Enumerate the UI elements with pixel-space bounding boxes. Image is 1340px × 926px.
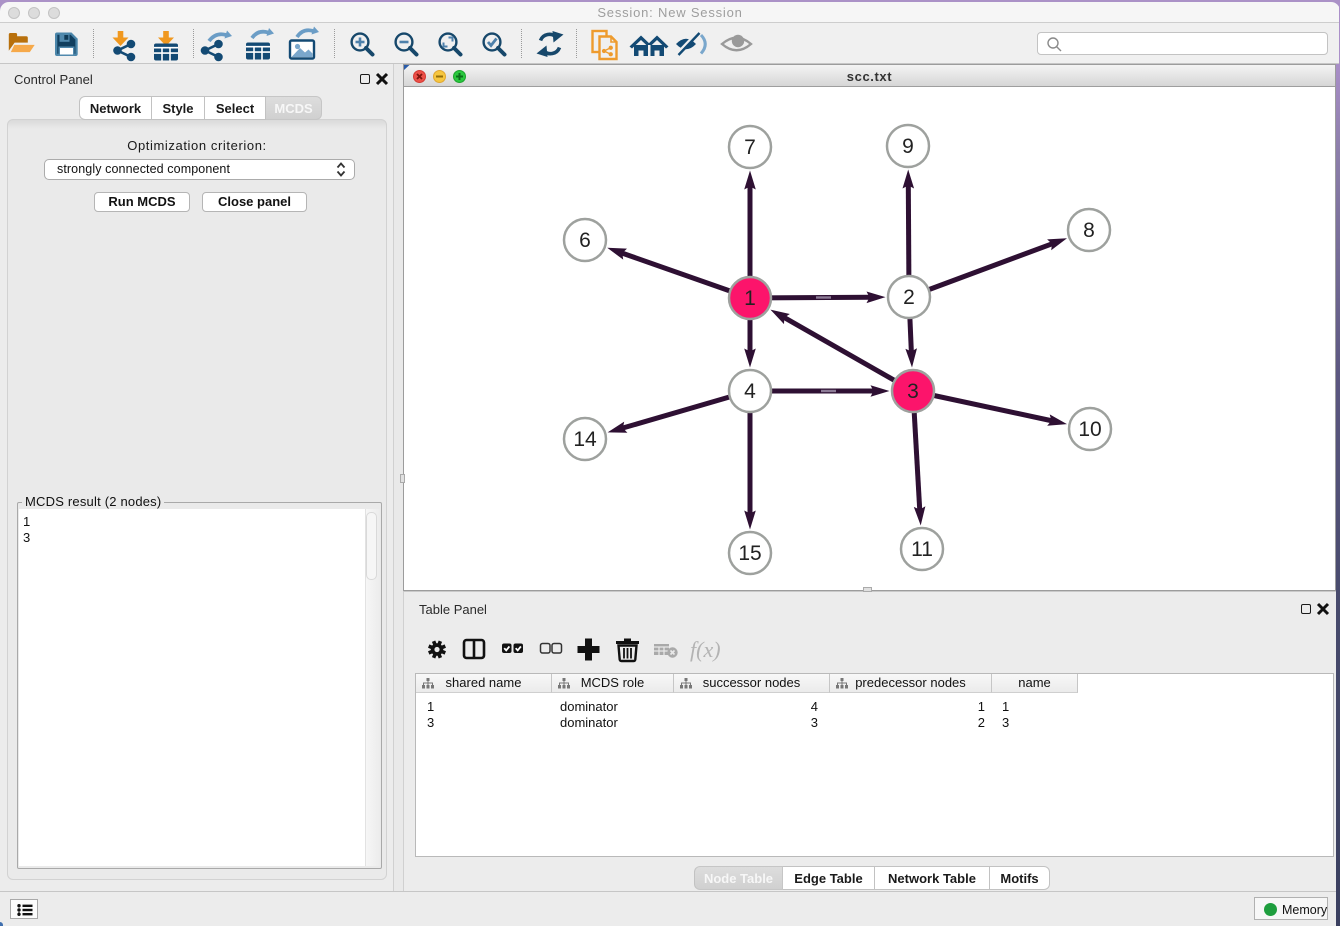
svg-text:f(x): f(x) <box>690 637 721 662</box>
svg-text:9: 9 <box>902 135 914 158</box>
svg-text:1: 1 <box>744 287 756 310</box>
svg-text:11: 11 <box>911 538 933 561</box>
svg-text:15: 15 <box>738 542 761 565</box>
svg-text:10: 10 <box>1078 418 1101 441</box>
svg-text:7: 7 <box>744 136 756 159</box>
svg-text:3: 3 <box>907 380 919 403</box>
svg-text:4: 4 <box>744 380 756 403</box>
svg-text:14: 14 <box>573 428 597 451</box>
svg-text:6: 6 <box>579 229 591 252</box>
svg-text:2: 2 <box>903 286 915 309</box>
svg-text:8: 8 <box>1083 219 1095 242</box>
